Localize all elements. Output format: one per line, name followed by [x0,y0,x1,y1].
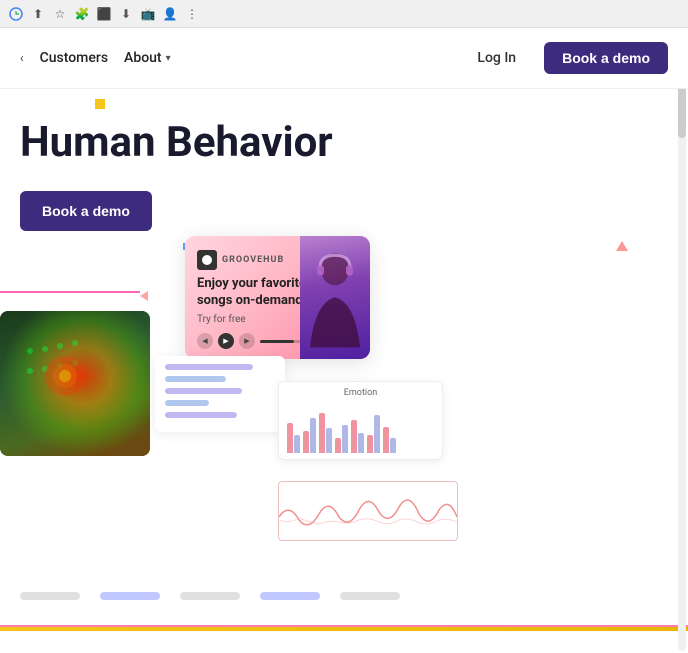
bar-7b [390,438,396,453]
nav-logo-chevron[interactable]: ‹ [20,51,24,65]
extension-icon[interactable]: 🧩 [74,6,90,22]
browser-chrome: ⬆ ☆ 🧩 ⬛ ⬇ 📺 👤 ⋮ [0,0,688,28]
groovehub-brand-name: GROOVEHUB [222,255,284,265]
person-svg [300,236,370,359]
music-card-top: GROOVEHUB Enjoy your favoritesongs on-de… [185,236,370,359]
strip-item-4 [260,592,320,600]
bar-7a [383,427,389,453]
bottom-strip [0,581,688,611]
content-area: GROOVEHUB Enjoy your favoritesongs on-de… [0,251,688,631]
bar-group-7 [383,427,396,453]
next-button[interactable]: ▶ [239,333,255,349]
bar-1b [294,435,300,453]
nav-login[interactable]: Log In [465,44,528,72]
bottom-bar [0,627,688,631]
nav-about[interactable]: About ▾ [124,50,171,66]
groovehub-icon-inner [202,255,212,265]
face-grid-svg [10,321,140,446]
heatmap-card [0,311,150,456]
bar-5a [351,420,357,453]
analytics-panel [155,356,285,432]
page-content: ‹ Customers About ▾ Log In Book a demo H… [0,28,688,653]
cast-icon[interactable]: 📺 [140,6,156,22]
scrollbar[interactable] [678,58,686,651]
hero-book-demo-button[interactable]: Book a demo [20,191,152,231]
emotion-chart: Emotion [278,381,443,460]
analytics-bar-2 [165,376,226,382]
nav-about-chevron-icon: ▾ [166,53,171,64]
nav-about-label: About [124,50,162,66]
bar-6b [374,415,380,453]
strip-item-5 [340,592,400,600]
nav-customers[interactable]: Customers [40,50,108,66]
bar-group-2 [303,418,316,453]
groovehub-icon [197,250,217,270]
chart-bars [287,403,434,453]
bar-2a [303,431,309,453]
emotion-chart-title: Emotion [287,388,434,398]
bar-2b [310,418,316,453]
bar-1a [287,423,293,453]
bar-3a [319,413,325,453]
strip-item-1 [20,592,80,600]
bar-3b [326,428,332,453]
browser-toolbar: ⬆ ☆ 🧩 ⬛ ⬇ 📺 👤 ⋮ [8,6,200,22]
progress-fill [260,340,294,343]
google-icon[interactable] [8,6,24,22]
play-button[interactable]: ▶ [218,333,234,349]
bar-group-5 [351,420,364,453]
bar-4b [342,425,348,453]
deco-left-triangle [140,291,148,301]
deco-line-left [0,291,140,293]
download-icon[interactable]: ⬇ [118,6,134,22]
bar-group-6 [367,415,380,453]
analytics-bar-4 [165,400,209,406]
strip-item-3 [180,592,240,600]
extensions-bar-icon[interactable]: ⬛ [96,6,112,22]
waveform-svg [279,482,457,540]
analytics-bar-5 [165,412,237,418]
hero-section: Human Behavior Book a demo [0,89,688,231]
hero-title: Human Behavior [20,119,668,167]
bar-5b [358,433,364,453]
hero-yellow-dot-decoration [95,99,105,109]
music-card: GROOVEHUB Enjoy your favoritesongs on-de… [185,236,370,359]
more-icon[interactable]: ⋮ [184,6,200,22]
analytics-bar-3 [165,388,242,394]
bar-group-4 [335,425,348,453]
nav-book-demo-button[interactable]: Book a demo [544,42,668,74]
bar-group-1 [287,423,300,453]
heatmap-figure [0,311,150,456]
music-person-image [300,236,370,359]
bar-group-3 [319,413,332,453]
navigation: ‹ Customers About ▾ Log In Book a demo [0,28,688,89]
share-icon[interactable]: ⬆ [30,6,46,22]
bar-6a [367,435,373,453]
analytics-bar-1 [165,364,253,370]
bar-4a [335,438,341,453]
profile-icon[interactable]: 👤 [162,6,178,22]
prev-button[interactable]: ◀ [197,333,213,349]
deco-triangle-right [616,241,628,251]
star-icon[interactable]: ☆ [52,6,68,22]
waveform-area [278,481,458,541]
strip-item-2 [100,592,160,600]
